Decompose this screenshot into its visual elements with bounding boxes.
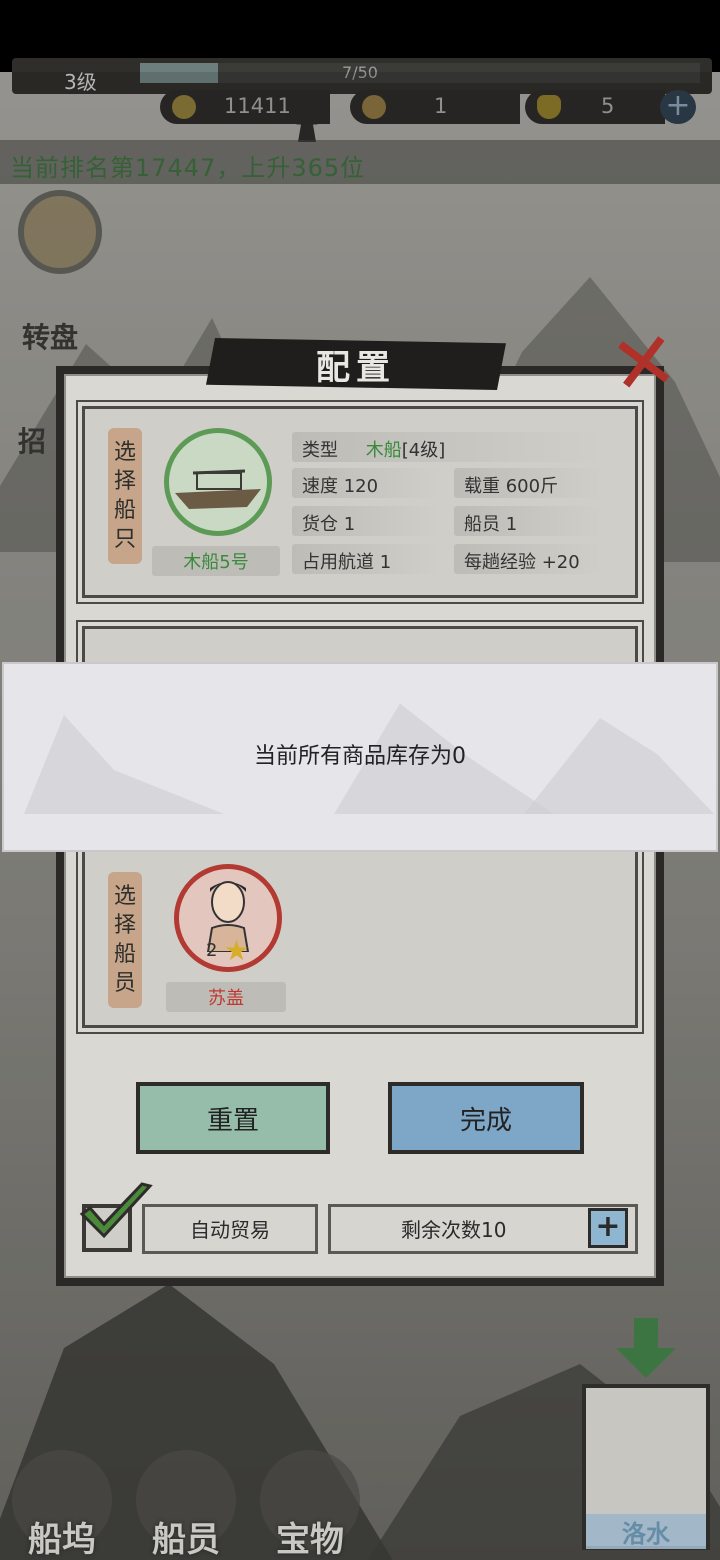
add-count-button[interactable]: + xyxy=(588,1208,628,1248)
type-value: 木船 xyxy=(365,440,402,461)
reset-button[interactable]: 重置 xyxy=(136,1082,330,1154)
nav-crew-label: 船员 xyxy=(152,1520,220,1560)
ship-type: 类型 木船[4级] xyxy=(302,436,445,462)
close-icon[interactable]: ✕ xyxy=(592,312,696,416)
map-location-label[interactable]: 洛水 xyxy=(586,1514,706,1549)
nav-treasure-label: 宝物 xyxy=(276,1520,344,1560)
select-crew-label[interactable]: 选择船员 xyxy=(108,872,142,1008)
ship-exp: 每趟经验 +20 xyxy=(464,552,580,573)
ship-name: 木船5号 xyxy=(183,552,249,573)
auto-trade-button[interactable]: 自动贸易 xyxy=(142,1204,318,1254)
nav-dock-label: 船坞 xyxy=(28,1520,96,1560)
ship-crew: 船员 1 xyxy=(464,514,518,535)
type-label: 类型 xyxy=(302,440,338,461)
nav-dock[interactable]: 船坞 xyxy=(2,1450,122,1560)
crew-star-count: 2 xyxy=(206,940,218,961)
crew-name: 苏盖 xyxy=(208,988,244,1009)
boat-icon xyxy=(175,469,261,509)
type-level: [4级] xyxy=(401,440,446,461)
star-icon: ★ xyxy=(224,934,250,967)
toast-text: 当前所有商品库存为0 xyxy=(254,744,466,769)
nav-treasure[interactable]: 宝物 xyxy=(250,1450,370,1560)
ship-lane: 占用航道 1 xyxy=(302,552,392,573)
ship-avatar[interactable] xyxy=(164,428,272,536)
dialog-title: 配置 xyxy=(316,348,396,388)
done-button[interactable]: 完成 xyxy=(388,1082,584,1154)
nav-crew[interactable]: 船员 xyxy=(126,1450,246,1560)
ship-speed: 速度 120 xyxy=(302,476,379,497)
select-ship-label[interactable]: 选择船只 xyxy=(108,428,142,564)
ship-load: 载重 600斤 xyxy=(464,476,559,497)
ship-cargo: 货仓 1 xyxy=(302,514,356,535)
